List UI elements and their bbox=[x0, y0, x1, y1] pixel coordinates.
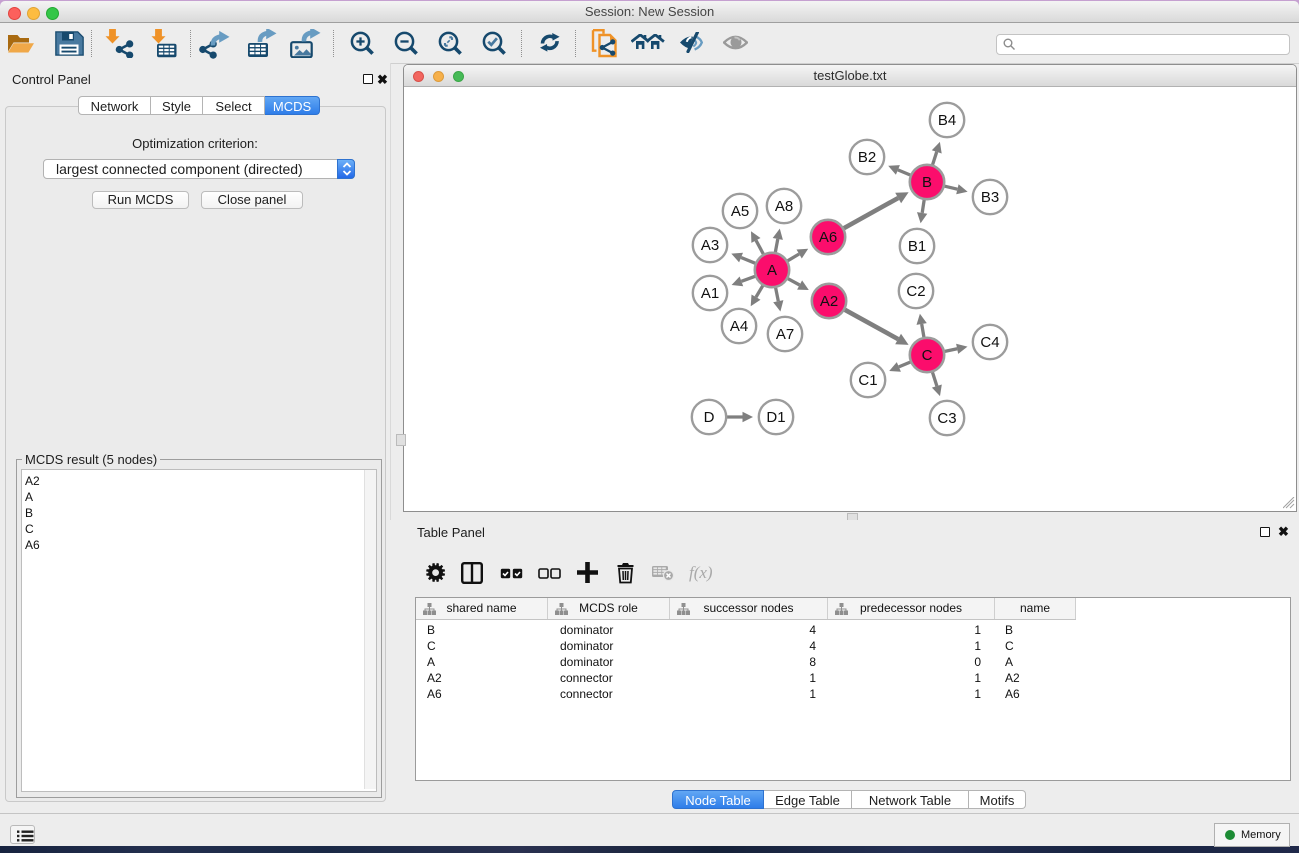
svg-text:A5: A5 bbox=[731, 203, 749, 220]
svg-text:A3: A3 bbox=[701, 237, 719, 254]
svg-text:B1: B1 bbox=[908, 238, 926, 255]
svg-text:B3: B3 bbox=[981, 189, 999, 206]
svg-text:D: D bbox=[704, 409, 715, 426]
svg-text:C3: C3 bbox=[937, 410, 956, 427]
svg-text:A: A bbox=[767, 262, 777, 279]
svg-text:A1: A1 bbox=[701, 285, 719, 302]
svg-text:B2: B2 bbox=[858, 149, 876, 166]
svg-text:C: C bbox=[922, 347, 933, 364]
svg-text:A6: A6 bbox=[819, 229, 837, 246]
svg-text:A7: A7 bbox=[776, 326, 794, 343]
svg-text:A2: A2 bbox=[820, 293, 838, 310]
svg-text:B4: B4 bbox=[938, 112, 956, 129]
svg-text:A8: A8 bbox=[775, 198, 793, 215]
svg-text:B: B bbox=[922, 174, 932, 191]
svg-text:C1: C1 bbox=[858, 372, 877, 389]
svg-text:A4: A4 bbox=[730, 318, 748, 335]
svg-text:D1: D1 bbox=[766, 409, 785, 426]
svg-text:C2: C2 bbox=[906, 283, 925, 300]
svg-text:f(x): f(x) bbox=[689, 563, 713, 582]
svg-text:C4: C4 bbox=[980, 334, 999, 351]
